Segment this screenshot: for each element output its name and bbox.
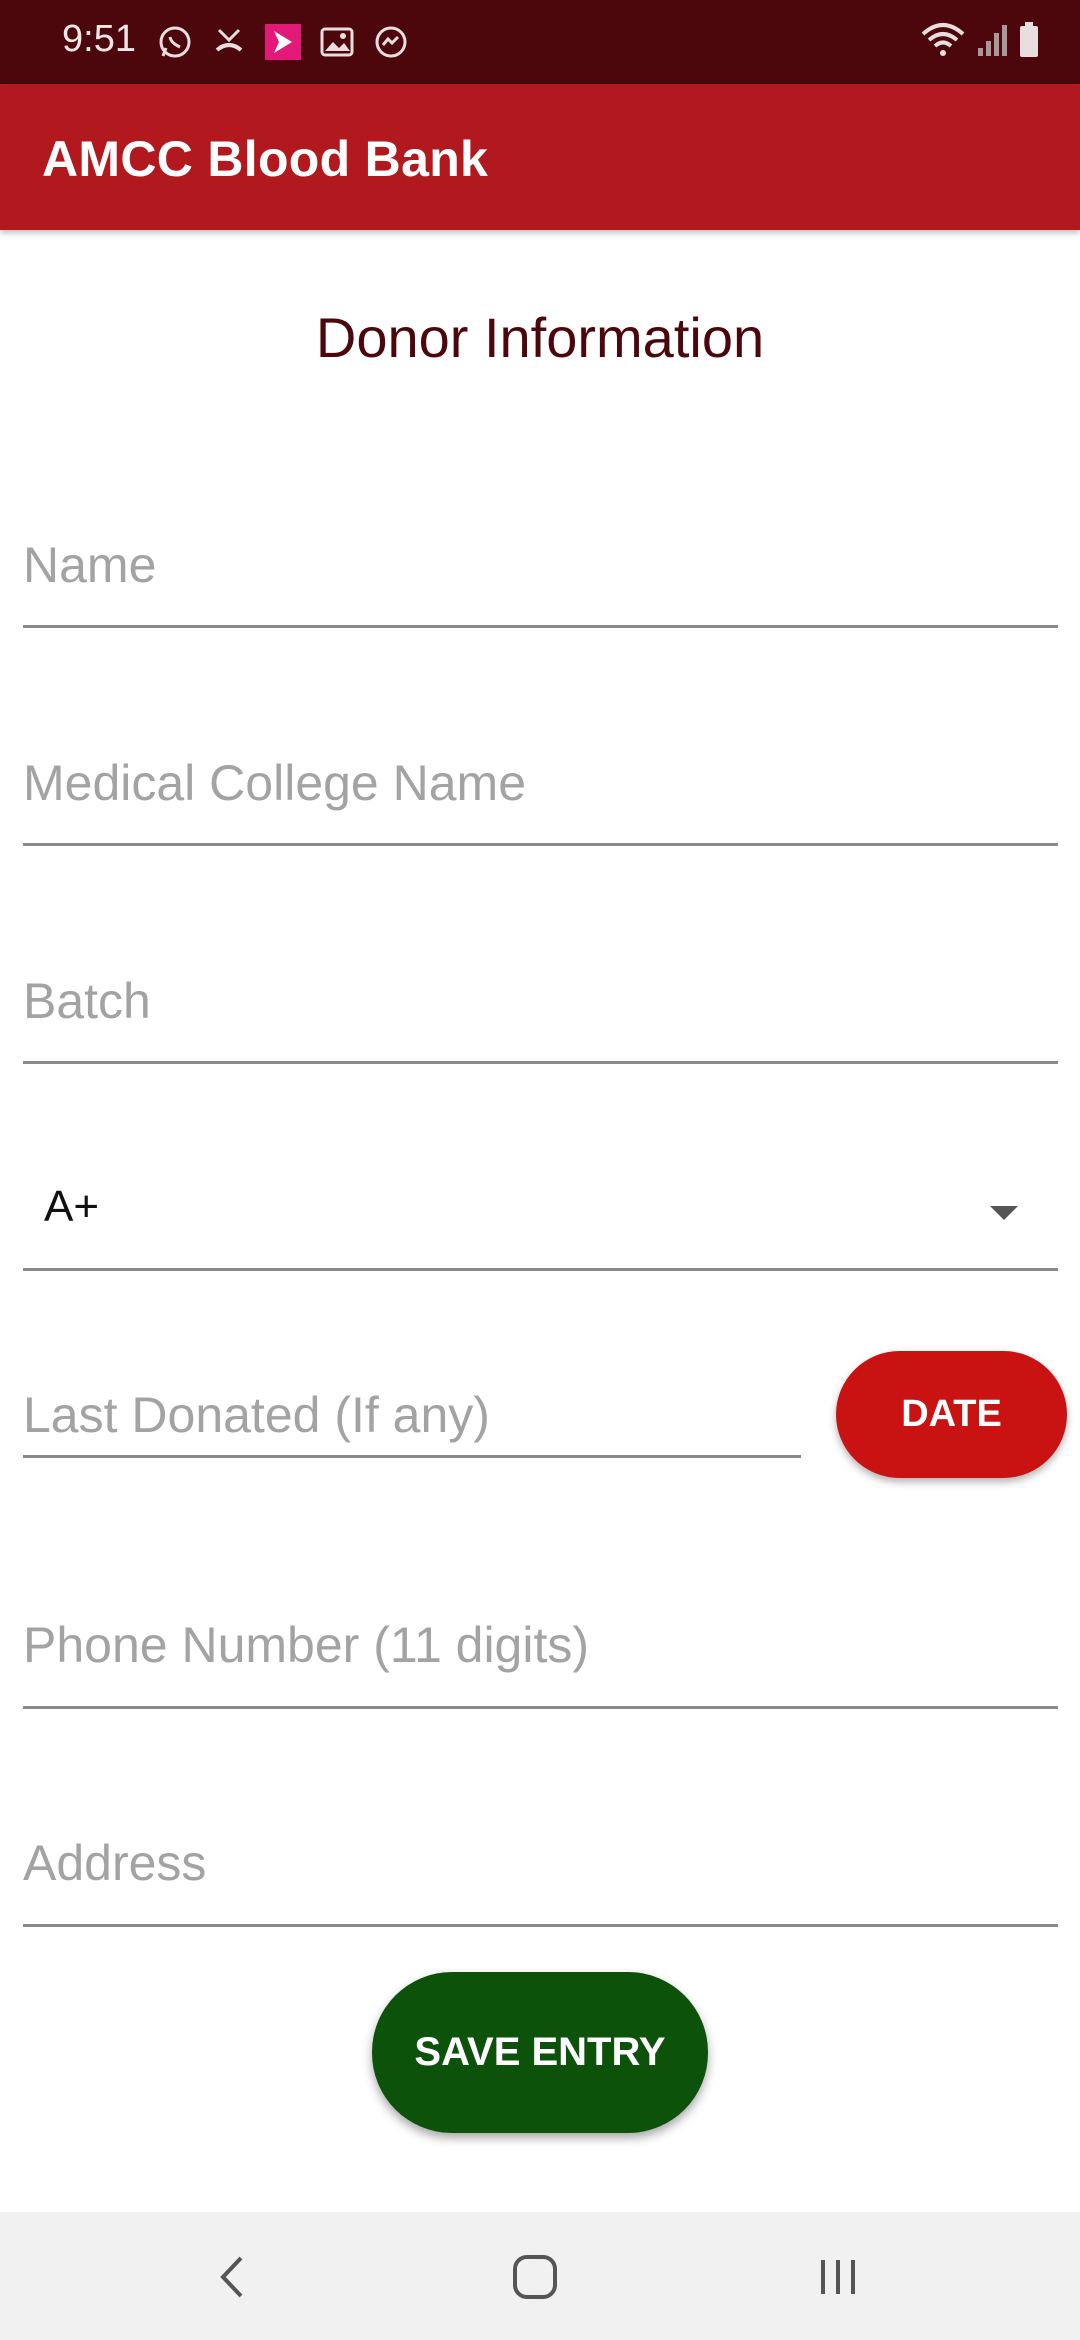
screen: 9:51 AMCC Blood Bank Donor Information N… bbox=[0, 0, 1080, 2340]
save-entry-button[interactable]: SAVE ENTRY bbox=[372, 1972, 708, 2133]
medical-college-input[interactable] bbox=[23, 743, 1058, 823]
app-bar: AMCC Blood Bank bbox=[0, 84, 1080, 230]
notification-icons bbox=[155, 20, 411, 64]
medical-college-field[interactable] bbox=[23, 733, 1058, 846]
last-donated-field[interactable] bbox=[23, 1375, 801, 1458]
batch-input[interactable] bbox=[23, 961, 1058, 1041]
battery-icon bbox=[1018, 21, 1040, 64]
app-title: AMCC Blood Bank bbox=[42, 131, 489, 187]
blood-group-select[interactable]: A+ bbox=[23, 1160, 1058, 1271]
signal-icon bbox=[976, 22, 1008, 63]
gallery-icon bbox=[317, 22, 357, 62]
dropdown-arrow-icon[interactable] bbox=[990, 1206, 1018, 1220]
messenger-icon bbox=[371, 22, 411, 62]
address-input[interactable] bbox=[23, 1823, 1058, 1903]
wifi-icon bbox=[920, 20, 966, 65]
navigation-bar bbox=[0, 2212, 1080, 2340]
status-time: 9:51 bbox=[62, 18, 136, 60]
back-icon[interactable] bbox=[193, 2242, 273, 2312]
last-donated-input[interactable] bbox=[23, 1375, 801, 1455]
name-input[interactable] bbox=[23, 525, 1058, 605]
home-icon[interactable] bbox=[495, 2242, 575, 2312]
name-field[interactable] bbox=[23, 515, 1058, 628]
app-notification-icon bbox=[263, 22, 303, 62]
missed-call-icon bbox=[209, 22, 249, 62]
page-title: Donor Information bbox=[315, 306, 765, 369]
recents-icon[interactable] bbox=[798, 2242, 878, 2312]
batch-field[interactable] bbox=[23, 951, 1058, 1064]
phone-input[interactable] bbox=[23, 1605, 1058, 1685]
phone-field[interactable] bbox=[23, 1600, 1058, 1709]
system-icons bbox=[920, 20, 1040, 64]
whatsapp-icon bbox=[155, 22, 195, 62]
address-field[interactable] bbox=[23, 1818, 1058, 1927]
status-bar: 9:51 bbox=[0, 0, 1080, 84]
date-button[interactable]: DATE bbox=[836, 1351, 1067, 1478]
blood-group-value: A+ bbox=[44, 1182, 100, 1231]
